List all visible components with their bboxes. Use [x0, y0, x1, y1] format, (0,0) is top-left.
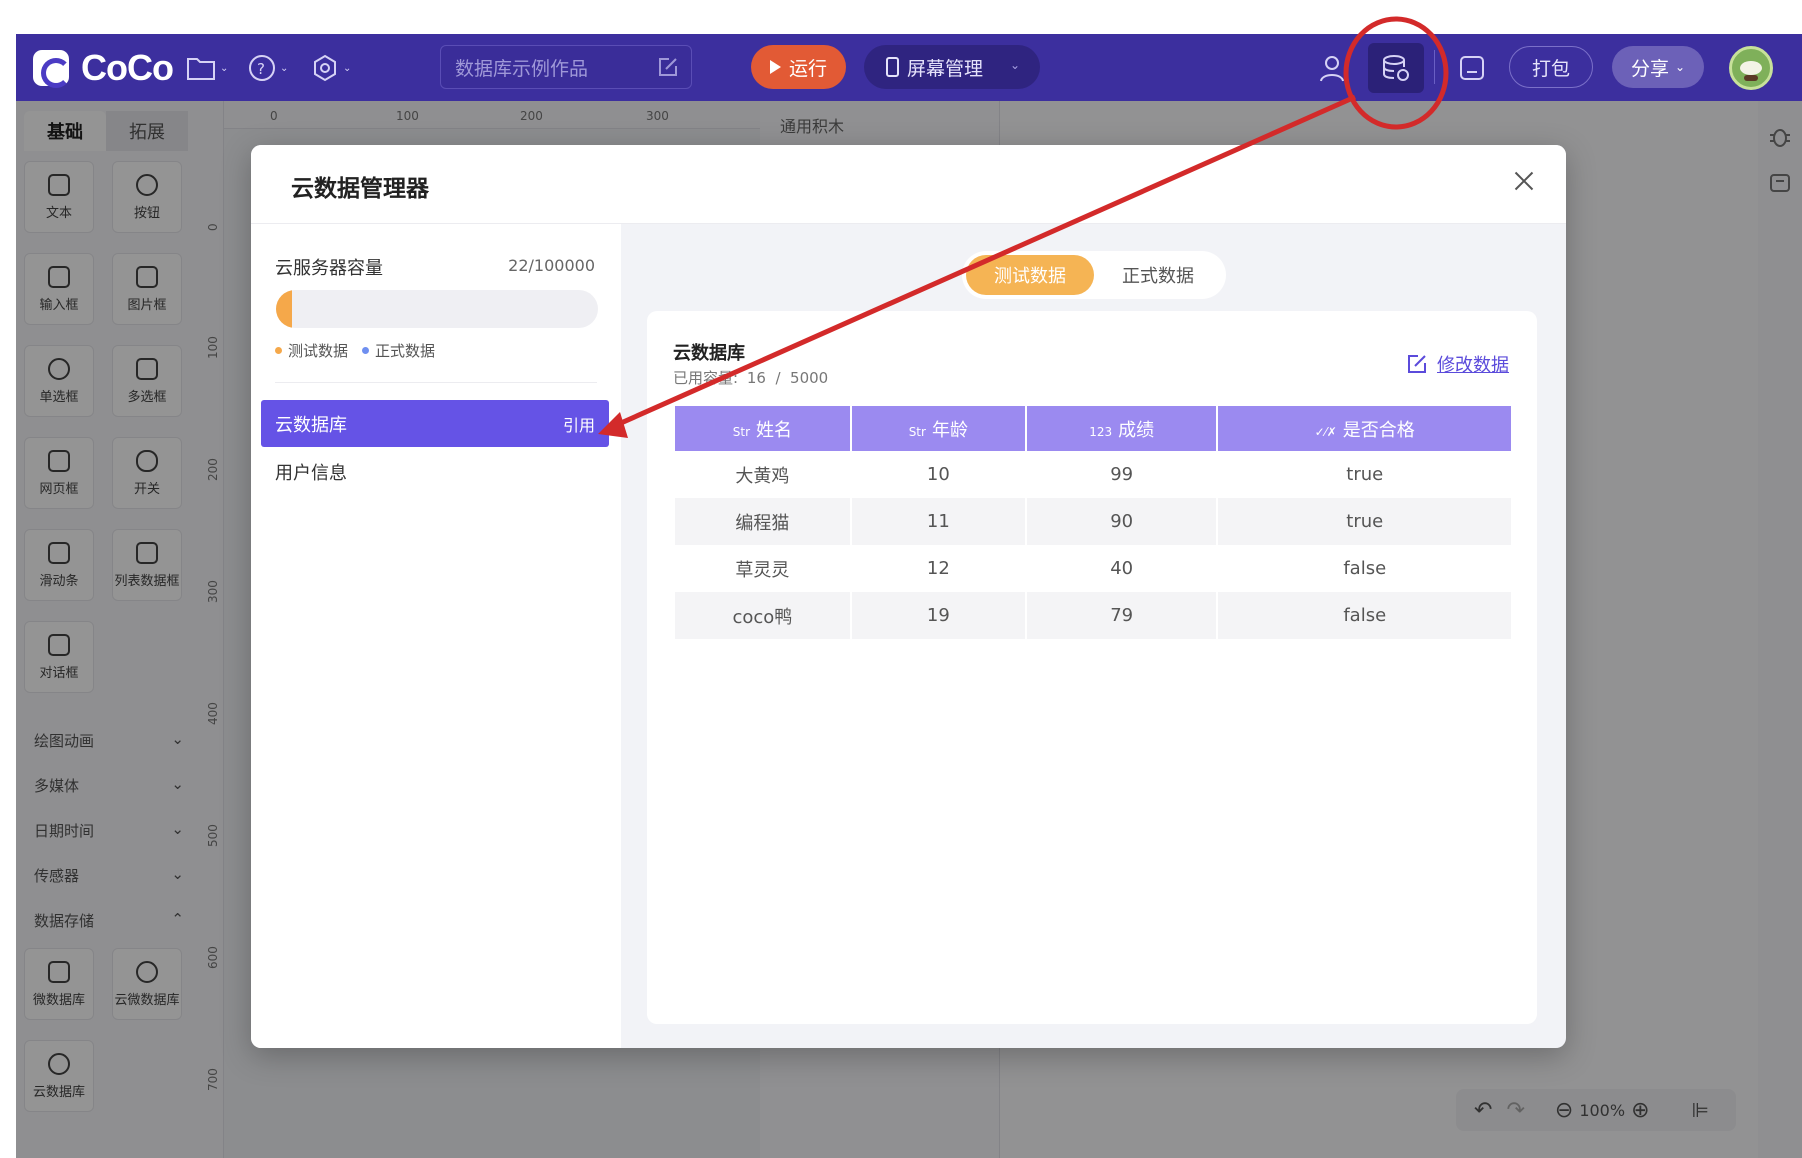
data-table: Str 姓名 Str 年龄 123 成绩 ✓⁄✗ 是否合格 大黄鸡 10 99 true… [673, 406, 1513, 639]
table-cell: false [1218, 592, 1511, 639]
table-cell: false [1343, 558, 1387, 579]
cloud-data-manager-dialog: 云数据管理器 云服务器容量 22/100000 测试数据 正式数据 云数据库 引… [251, 145, 1566, 1048]
dot-icon [362, 347, 370, 354]
table-cell: true [1218, 498, 1511, 545]
capacity-value: 22/100000 [508, 256, 595, 275]
dialog-title: 云数据管理器 [291, 176, 429, 202]
column-header-passed[interactable]: ✓⁄✗ 是否合格 [1218, 406, 1511, 451]
legend-prod: 正式数据 [362, 340, 435, 361]
help-menu[interactable]: ? ⌄ [248, 52, 288, 84]
settings-menu[interactable]: ⌄ [311, 52, 351, 84]
svg-text:?: ? [257, 60, 265, 78]
tab-production-data[interactable]: 正式数据 [1094, 255, 1222, 295]
table-cell: true [1346, 464, 1384, 485]
column-header-name[interactable]: Str 姓名 [675, 406, 850, 451]
chevron-down-icon: ⌄ [280, 62, 289, 74]
close-icon[interactable] [1512, 169, 1536, 193]
capacity-bar [276, 290, 598, 328]
legend-test: 测试数据 [275, 340, 348, 361]
database-item-user-info[interactable]: 用户信息 [261, 448, 609, 495]
divider [275, 382, 597, 383]
toolbar-divider [1434, 50, 1435, 84]
chevron-down-icon: ⌄ [343, 62, 352, 74]
logo: CoCo [33, 46, 174, 90]
usage-text: 已用容量: 16 / 5000 [673, 369, 829, 387]
edit-icon[interactable] [657, 56, 679, 78]
table-header-row: Str 姓名 Str 年龄 123 成绩 ✓⁄✗ 是否合格 [675, 406, 1511, 451]
database-icon [1383, 55, 1409, 81]
run-button[interactable]: 运行 [751, 45, 846, 89]
help-icon: ? [249, 55, 275, 81]
database-card: 云数据库 已用容量: 16 / 5000 修改数据 Str 姓名 Str 年龄 12… [647, 311, 1537, 1024]
dot-icon [275, 347, 282, 354]
database-item-cloud-db[interactable]: 云数据库 引用 [261, 400, 609, 447]
save-icon[interactable] [1458, 54, 1486, 82]
table-cell: 大黄鸡 [735, 465, 790, 487]
database-title: 云数据库 [673, 343, 745, 364]
table-row[interactable]: coco鸭 19 79 false [675, 592, 1511, 639]
screen-manager-button[interactable]: 屏幕管理 ⌄ [864, 45, 1040, 89]
table-cell: 草灵灵 [735, 559, 790, 581]
gear-icon [314, 54, 336, 82]
file-menu[interactable]: ⌄ [186, 52, 228, 84]
chevron-down-icon: ⌄ [220, 62, 229, 74]
user-icon[interactable] [1318, 54, 1346, 82]
capacity-legend: 测试数据 正式数据 [275, 340, 449, 361]
play-icon [769, 60, 781, 74]
table-cell: 11 [851, 498, 1025, 545]
top-toolbar: CoCo ⌄ ? ⌄ ⌄ 数据库示例作品 运行 屏幕管理 ⌄ 打包 分享 ⌄ [16, 34, 1802, 101]
capacity-label: 云服务器容量 [275, 258, 383, 279]
coco-logo-icon [33, 50, 71, 88]
pack-button[interactable]: 打包 [1509, 46, 1593, 88]
chevron-down-icon: ⌄ [1009, 58, 1020, 72]
column-header-age[interactable]: Str 年龄 [851, 406, 1025, 451]
table-cell: 79 [1026, 592, 1217, 639]
table-row[interactable]: 草灵灵 12 40 false [675, 545, 1511, 592]
table-row[interactable]: 编程猫 11 90 true [675, 498, 1511, 545]
data-mode-switch: 测试数据 正式数据 [962, 251, 1226, 299]
folder-icon [187, 58, 215, 80]
table-cell: 12 [926, 558, 950, 579]
reference-link[interactable]: 引用 [563, 412, 595, 436]
table-cell: 40 [1110, 558, 1134, 579]
phone-icon [886, 57, 899, 77]
edit-data-link[interactable]: 修改数据 [1407, 351, 1509, 377]
dialog-header: 云数据管理器 [251, 145, 1566, 224]
edit-icon [1408, 355, 1426, 373]
avatar[interactable] [1729, 46, 1773, 90]
table-cell: 90 [1026, 498, 1217, 545]
table-cell: coco鸭 [675, 592, 850, 639]
chevron-down-icon: ⌄ [1674, 60, 1686, 74]
capacity-fill [276, 290, 293, 328]
cloud-database-button[interactable] [1368, 43, 1424, 93]
project-name-input[interactable]: 数据库示例作品 [440, 45, 692, 89]
table-cell: 99 [1110, 464, 1134, 485]
table-cell: 19 [851, 592, 1025, 639]
tab-test-data[interactable]: 测试数据 [966, 255, 1094, 295]
table-row[interactable]: 大黄鸡 10 99 true [675, 451, 1511, 498]
database-sidebar: 云服务器容量 22/100000 测试数据 正式数据 云数据库 引用 用户信息 [251, 224, 621, 1048]
table-cell: 10 [926, 464, 950, 485]
column-header-score[interactable]: 123 成绩 [1026, 406, 1217, 451]
table-cell: 编程猫 [675, 498, 850, 545]
share-button[interactable]: 分享 ⌄ [1612, 46, 1704, 88]
